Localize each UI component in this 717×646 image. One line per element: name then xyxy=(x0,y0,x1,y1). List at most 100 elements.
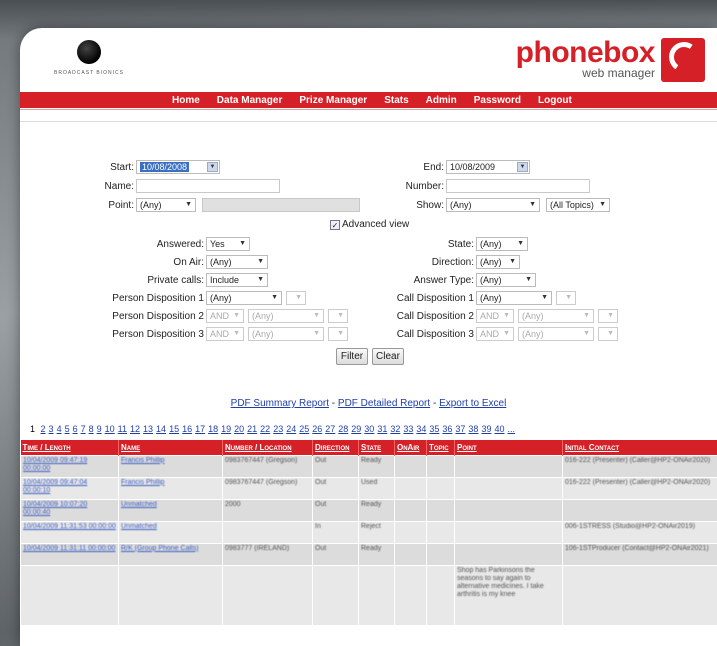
page-link[interactable]: 40 xyxy=(494,424,504,434)
col-number-location[interactable]: Number / Location xyxy=(222,440,313,455)
direction-select[interactable]: (Any) ▼ xyxy=(476,255,520,269)
nav-prize-manager[interactable]: Prize Manager xyxy=(299,95,367,106)
point-text-input[interactable] xyxy=(202,198,360,212)
page-link[interactable]: 5 xyxy=(65,424,70,434)
show-select[interactable]: (Any) ▼ xyxy=(446,198,540,212)
page-link[interactable]: 17 xyxy=(195,424,205,434)
table-row[interactable]: 10/04/2009 09:47:19 00:00:00 Francis Phil… xyxy=(20,454,717,478)
page-link[interactable]: 21 xyxy=(247,424,257,434)
col-initial-contact[interactable]: Initial Contact xyxy=(562,440,717,455)
private-calls-select[interactable]: Include ▼ xyxy=(206,273,268,287)
cell-name[interactable]: R/K (Group Phone Calls) xyxy=(118,542,223,566)
table-row[interactable]: 10/04/2009 11:31:53 00:00:00 Unmatched In R… xyxy=(20,520,717,544)
col-onair[interactable]: OnAir xyxy=(394,440,427,455)
nav-password[interactable]: Password xyxy=(474,95,521,106)
page-link[interactable]: 37 xyxy=(455,424,465,434)
table-row[interactable]: 10/04/2009 09:47:04 00:00:10 Francis Phil… xyxy=(20,476,717,500)
cell-time-length[interactable]: 10/04/2009 11:31:53 00:00:00 xyxy=(20,520,119,544)
cell-time-length[interactable]: 10/04/2009 11:31:11 00:00:00 xyxy=(20,542,119,566)
cell-name[interactable] xyxy=(118,564,223,626)
table-row[interactable]: 10/04/2009 11:31:11 00:00:00 R/K (Group P… xyxy=(20,542,717,566)
page-link[interactable]: 7 xyxy=(81,424,86,434)
filter-button[interactable]: Filter xyxy=(336,348,368,365)
page-link[interactable]: 32 xyxy=(390,424,400,434)
page-link[interactable]: 3 xyxy=(49,424,54,434)
page-link[interactable]: 6 xyxy=(73,424,78,434)
person-disposition-3-operator[interactable]: AND ▼ xyxy=(206,327,244,341)
advanced-view-checkbox[interactable]: ✓ Advanced view xyxy=(330,219,409,230)
person-disposition-2-operator[interactable]: AND ▼ xyxy=(206,309,244,323)
col-name[interactable]: Name xyxy=(118,440,223,455)
page-link[interactable]: 13 xyxy=(143,424,153,434)
page-link[interactable]: 12 xyxy=(130,424,140,434)
cell-name[interactable]: Francis Phillip xyxy=(118,454,223,478)
export-excel-link[interactable]: Export to Excel xyxy=(439,398,506,409)
col-time-length[interactable]: Time / Length xyxy=(20,440,119,455)
table-row[interactable]: 10/04/2009 10:07:20 00:00:40 Unmatched 200… xyxy=(20,498,717,522)
call-disposition-1-select[interactable]: (Any) ▼ xyxy=(476,291,552,305)
call-disposition-1-sub-select[interactable]: ▼ xyxy=(556,291,576,305)
call-disposition-3-select[interactable]: (Any) ▼ xyxy=(518,327,594,341)
cell-name[interactable]: Unmatched xyxy=(118,498,223,522)
page-link[interactable]: 38 xyxy=(468,424,478,434)
number-input[interactable] xyxy=(446,179,590,193)
clear-button[interactable]: Clear xyxy=(372,348,404,365)
page-link[interactable]: 25 xyxy=(299,424,309,434)
state-select[interactable]: (Any) ▼ xyxy=(476,237,528,251)
person-disposition-2-select[interactable]: (Any) ▼ xyxy=(248,309,324,323)
page-link[interactable]: 14 xyxy=(156,424,166,434)
end-dropdown-icon[interactable]: ▼ xyxy=(517,162,528,172)
nav-data-manager[interactable]: Data Manager xyxy=(217,95,283,106)
person-disposition-3-select[interactable]: (Any) ▼ xyxy=(248,327,324,341)
call-disposition-3-operator[interactable]: AND ▼ xyxy=(476,327,514,341)
page-link[interactable]: 34 xyxy=(416,424,426,434)
page-link[interactable]: 26 xyxy=(312,424,322,434)
table-row[interactable]: Shop has Parkinsons the seasons to say a… xyxy=(20,564,717,626)
page-link[interactable]: 27 xyxy=(325,424,335,434)
nav-home[interactable]: Home xyxy=(172,95,200,106)
col-direction[interactable]: Direction xyxy=(312,440,359,455)
page-link[interactable]: 11 xyxy=(118,424,127,434)
page-link[interactable]: 28 xyxy=(338,424,348,434)
person-disposition-1-sub-select[interactable]: ▼ xyxy=(286,291,306,305)
name-input[interactable] xyxy=(136,179,280,193)
page-link[interactable]: 2 xyxy=(41,424,46,434)
page-link[interactable]: 22 xyxy=(260,424,270,434)
pdf-detailed-link[interactable]: PDF Detailed Report xyxy=(338,398,430,409)
page-link[interactable]: 18 xyxy=(208,424,218,434)
nav-admin[interactable]: Admin xyxy=(426,95,457,106)
cell-name[interactable]: Unmatched xyxy=(118,520,223,544)
pdf-summary-link[interactable]: PDF Summary Report xyxy=(231,398,329,409)
cell-time-length[interactable]: 10/04/2009 09:47:04 00:00:10 xyxy=(20,476,119,500)
page-link[interactable]: ... xyxy=(507,424,515,434)
page-link[interactable]: 9 xyxy=(97,424,102,434)
person-disposition-3-sub-select[interactable]: ▼ xyxy=(328,327,348,341)
page-link[interactable]: 30 xyxy=(364,424,374,434)
call-disposition-2-select[interactable]: (Any) ▼ xyxy=(518,309,594,323)
answered-select[interactable]: Yes ▼ xyxy=(206,237,250,251)
page-link[interactable]: 4 xyxy=(57,424,62,434)
call-disposition-2-operator[interactable]: AND ▼ xyxy=(476,309,514,323)
start-dropdown-icon[interactable]: ▼ xyxy=(207,162,218,172)
col-state[interactable]: State xyxy=(358,440,395,455)
onair-select[interactable]: (Any) ▼ xyxy=(206,255,268,269)
cell-name[interactable]: Francis Phillip xyxy=(118,476,223,500)
end-date-field[interactable]: 10/08/2009 ▼ xyxy=(446,160,530,174)
page-link[interactable]: 31 xyxy=(377,424,387,434)
cell-time-length[interactable] xyxy=(20,564,119,626)
page-link[interactable]: 24 xyxy=(286,424,296,434)
page-link[interactable]: 36 xyxy=(442,424,452,434)
col-point[interactable]: Point xyxy=(454,440,563,455)
call-disposition-3-sub-select[interactable]: ▼ xyxy=(598,327,618,341)
page-link[interactable]: 29 xyxy=(351,424,361,434)
point-select[interactable]: (Any) ▼ xyxy=(136,198,196,212)
page-link[interactable]: 16 xyxy=(182,424,192,434)
col-topic[interactable]: Topic xyxy=(426,440,455,455)
page-link[interactable]: 33 xyxy=(403,424,413,434)
page-link[interactable]: 39 xyxy=(481,424,491,434)
call-disposition-2-sub-select[interactable]: ▼ xyxy=(598,309,618,323)
nav-stats[interactable]: Stats xyxy=(384,95,408,106)
page-link[interactable]: 10 xyxy=(105,424,115,434)
page-link[interactable]: 20 xyxy=(234,424,244,434)
topics-select[interactable]: (All Topics) ▼ xyxy=(546,198,610,212)
